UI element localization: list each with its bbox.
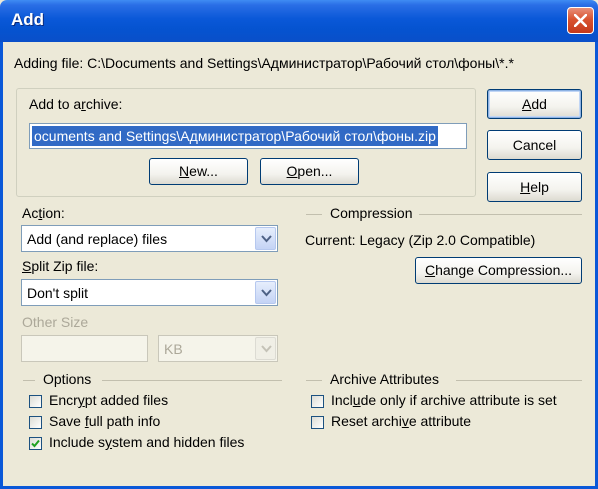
window-title: Add (11, 10, 45, 29)
action-select[interactable]: Add (and replace) files (21, 225, 278, 252)
archive-attribute-checkbox[interactable] (311, 395, 324, 408)
new-button[interactable]: New... (149, 158, 248, 185)
archive-path-input[interactable]: ocuments and Settings\Администратор\Рабо… (29, 123, 467, 149)
change-compression-label: Change Compression... (424, 262, 573, 278)
attributes-divider-left (306, 380, 322, 381)
help-button[interactable]: Help (487, 172, 582, 202)
close-icon (574, 14, 587, 27)
add-to-archive-label: Add to archive: (29, 96, 123, 112)
attributes-header: Archive Attributes (330, 371, 439, 387)
action-dropdown-arrow[interactable] (255, 227, 276, 250)
adding-file-text: Adding file: C:\Documents and Settings\А… (14, 55, 514, 71)
chevron-down-icon (261, 345, 272, 353)
reset-attribute-label: Reset archive attribute (331, 413, 472, 429)
compression-divider-left (306, 214, 322, 215)
split-label: Split Zip file: (22, 258, 99, 274)
checkmark-icon (31, 439, 40, 448)
cancel-button-label: Cancel (512, 137, 557, 153)
title-bar: Add (0, 0, 598, 42)
include-system-label: Include system and hidden files (49, 434, 245, 450)
compression-divider-right (419, 214, 582, 215)
change-compression-button[interactable]: Change Compression... (415, 257, 582, 284)
cancel-button[interactable]: Cancel (487, 130, 582, 160)
options-divider-right (102, 380, 282, 381)
archive-path-value: ocuments and Settings\Администратор\Рабо… (32, 126, 438, 146)
size-unit-select[interactable]: KB (158, 335, 278, 362)
add-button[interactable]: Add (487, 89, 582, 119)
split-select[interactable]: Don't split (21, 279, 278, 306)
add-button-label: Add (522, 96, 547, 112)
options-divider-left (23, 380, 35, 381)
encrypt-label: Encrypt added files (49, 392, 169, 408)
encrypt-checkbox[interactable] (29, 395, 42, 408)
attributes-divider-right (456, 380, 582, 381)
action-label: Action: (22, 205, 65, 221)
chevron-down-icon (261, 235, 272, 243)
reset-attribute-checkbox[interactable] (311, 416, 324, 429)
new-button-label: New... (179, 163, 218, 179)
save-path-label: Save full path info (49, 413, 161, 429)
options-header: Options (43, 371, 92, 387)
chevron-down-icon (261, 289, 272, 297)
size-unit-dropdown-arrow[interactable] (255, 337, 276, 360)
other-size-input[interactable] (21, 335, 148, 362)
action-selected: Add (and replace) files (27, 231, 168, 247)
include-system-checkbox[interactable] (29, 437, 42, 450)
close-button[interactable] (567, 7, 594, 34)
open-button-label: Open... (286, 163, 333, 179)
open-button[interactable]: Open... (260, 158, 359, 185)
size-unit-value: KB (164, 341, 183, 357)
current-compression: Current: Legacy (Zip 2.0 Compatible) (305, 232, 536, 248)
archive-attribute-label: Include only if archive attribute is set (331, 392, 557, 408)
help-button-label: Help (520, 179, 549, 195)
compression-header: Compression (330, 205, 413, 221)
save-path-checkbox[interactable] (29, 416, 42, 429)
split-dropdown-arrow[interactable] (255, 281, 276, 304)
other-size-label: Other Size (22, 314, 89, 330)
split-selected: Don't split (27, 285, 89, 301)
